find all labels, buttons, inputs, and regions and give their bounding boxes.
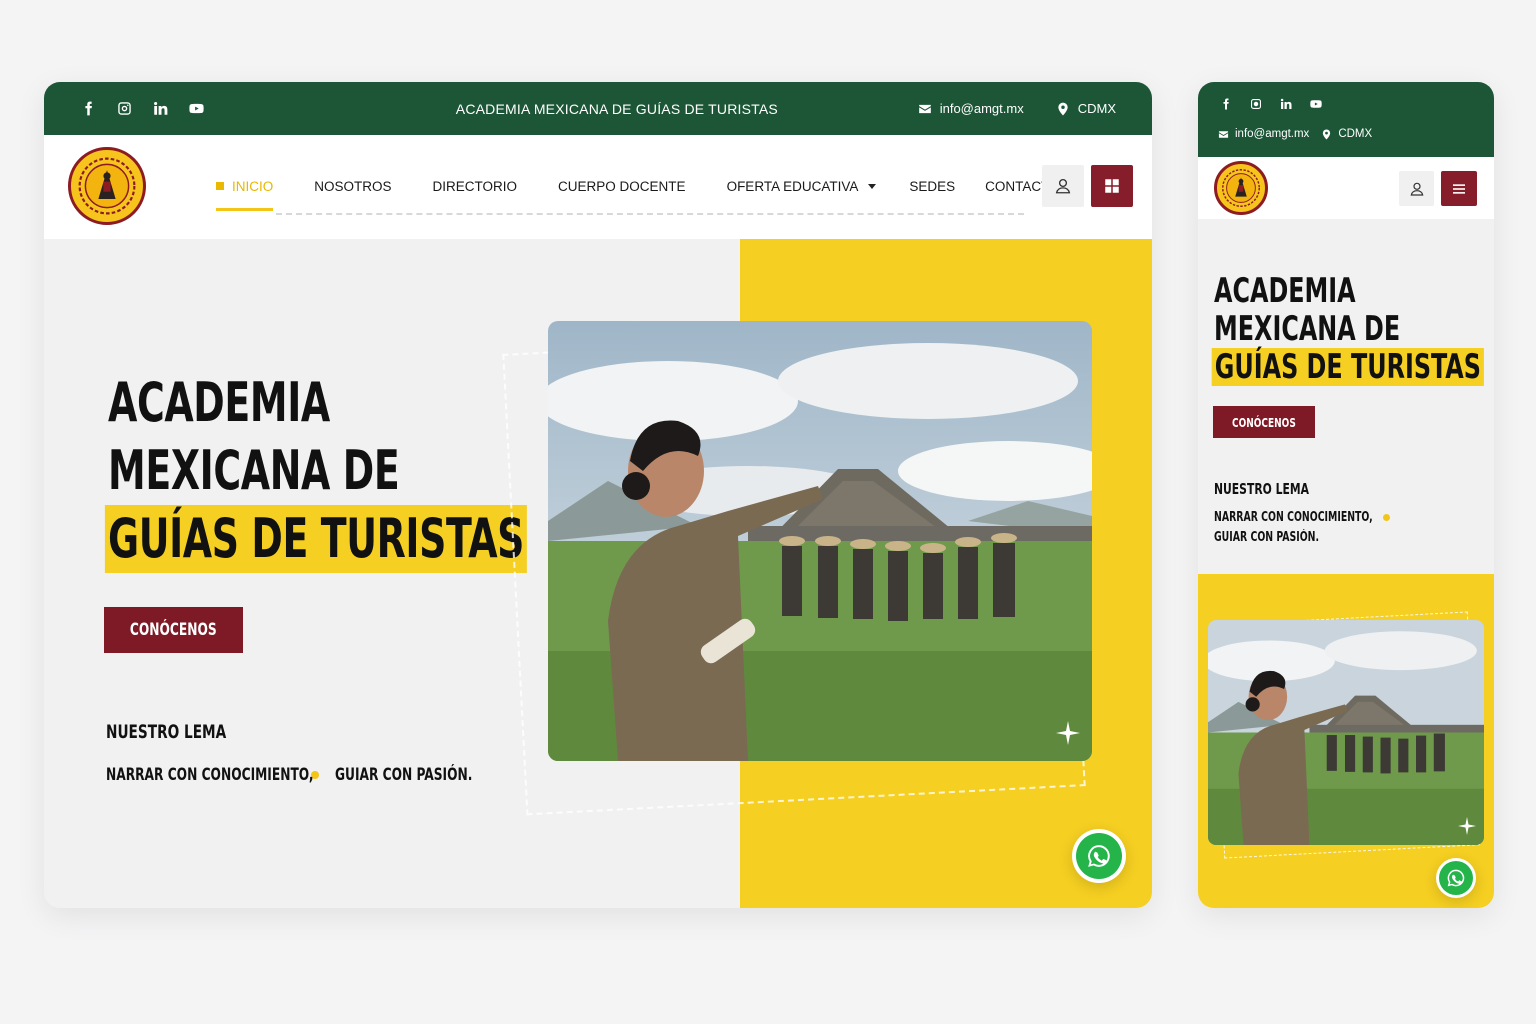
- mobile-conocenos-button[interactable]: CONÓCENOS: [1213, 406, 1315, 438]
- mobile-nav: [1198, 157, 1494, 219]
- motto-heading-text: NUESTRO LEMA: [106, 721, 227, 743]
- mobile-location-info: CDMX: [1321, 128, 1372, 140]
- conocenos-button[interactable]: CONÓCENOS: [104, 607, 243, 653]
- mobile-view: info@amgt.mx CDMX ACADEMIA MEXICANA DE G…: [1198, 82, 1494, 908]
- motto-part2: GUIAR CON PASIÓN.: [335, 765, 473, 785]
- user-icon: [1410, 182, 1423, 196]
- mobile-motto-part2: GUIAR CON PASIÓN.: [1214, 530, 1320, 545]
- whatsapp-icon: [1088, 845, 1110, 867]
- nav-item-inicio[interactable]: INICIO: [216, 179, 274, 211]
- main-nav: INICIO NOSOTROS DIRECTORIO CUERPO DOCENT…: [44, 135, 1152, 239]
- mobile-email-link[interactable]: info@amgt.mx: [1218, 128, 1309, 140]
- nav-item-nosotros[interactable]: NOSOTROS: [314, 179, 391, 194]
- hero-section: ACADEMIA MEXICANA DE GUÍAS DE TURISTAS C…: [44, 239, 1152, 908]
- mobile-conocenos-label: CONÓCENOS: [1232, 414, 1296, 430]
- apps-menu-button[interactable]: [1091, 165, 1133, 207]
- instagram-icon[interactable]: [116, 101, 132, 117]
- nav-divider: [276, 213, 1024, 215]
- mobile-hero-title-highlight: GUÍAS DE TURISTAS: [1211, 348, 1485, 386]
- user-icon: [1055, 178, 1071, 194]
- facebook-icon[interactable]: [1218, 96, 1234, 112]
- hero-title-line2: MEXICANA DE: [108, 439, 400, 502]
- sparkle-icon: [1458, 817, 1476, 835]
- motto-part1: NARRAR CON CONOCIMIENTO,: [106, 765, 314, 785]
- youtube-icon[interactable]: [188, 101, 204, 117]
- hamburger-menu-button[interactable]: [1441, 171, 1477, 206]
- email-text: info@amgt.mx: [939, 101, 1024, 116]
- whatsapp-icon: [1447, 869, 1465, 887]
- separator-dot: [1383, 514, 1390, 521]
- grid-icon: [1105, 179, 1119, 193]
- nav-item-directorio[interactable]: DIRECTORIO: [433, 179, 518, 194]
- youtube-icon[interactable]: [1308, 96, 1324, 112]
- location-info: CDMX: [1056, 101, 1116, 116]
- nav-item-cuerpo-docente[interactable]: CUERPO DOCENTE: [558, 179, 686, 194]
- top-bar: ACADEMIA MEXICANA DE GUÍAS DE TURISTAS i…: [44, 82, 1152, 135]
- nav-item-oferta-educativa[interactable]: OFERTA EDUCATIVA: [727, 179, 877, 194]
- map-pin-icon: [1058, 102, 1068, 115]
- conocenos-label: CONÓCENOS: [130, 620, 217, 640]
- mobile-email-text: info@amgt.mx: [1235, 128, 1310, 140]
- sparkle-icon: [1056, 721, 1080, 745]
- mobile-hero-title-line1: ACADEMIA: [1214, 271, 1356, 311]
- motto-heading: NUESTRO LEMA: [106, 721, 256, 743]
- mobile-social-links: [1218, 96, 1324, 112]
- hero-title-line1: ACADEMIA: [108, 371, 330, 434]
- mobile-account-button[interactable]: [1399, 171, 1434, 206]
- desktop-view: ACADEMIA MEXICANA DE GUÍAS DE TURISTAS i…: [44, 82, 1152, 908]
- envelope-icon: [918, 104, 931, 113]
- envelope-icon: [1218, 130, 1229, 138]
- guide-at-pyramid-image: [548, 321, 1092, 761]
- mobile-motto-heading: NUESTRO LEMA: [1214, 480, 1333, 498]
- linkedin-icon[interactable]: [1278, 96, 1294, 112]
- linkedin-icon[interactable]: [152, 101, 168, 117]
- logo-emblem-icon: [1218, 165, 1264, 211]
- map-pin-icon: [1323, 128, 1331, 140]
- motto-text: NARRAR CON CONOCIMIENTO, GUIAR CON PASIÓ…: [106, 765, 507, 785]
- academy-logo[interactable]: [68, 147, 146, 225]
- mobile-motto-heading-text: NUESTRO LEMA: [1214, 480, 1309, 498]
- chevron-down-icon: [868, 184, 877, 189]
- guide-at-pyramid-image: [1208, 620, 1484, 845]
- nav-item-oferta-label: OFERTA EDUCATIVA: [726, 179, 859, 194]
- email-link[interactable]: info@amgt.mx: [918, 101, 1024, 116]
- mobile-motto-line2: GUIAR CON PASIÓN.: [1214, 530, 1345, 545]
- mobile-motto-line1: NARRAR CON CONOCIMIENTO,: [1214, 510, 1390, 525]
- site-title: ACADEMIA MEXICANA DE GUÍAS DE TURISTAS: [455, 100, 778, 117]
- mobile-hero-photo: [1208, 620, 1484, 845]
- hero-title-highlight: GUÍAS DE TURISTAS: [104, 505, 528, 573]
- location-text: CDMX: [1077, 101, 1116, 116]
- mobile-location-text: CDMX: [1338, 128, 1373, 140]
- mobile-academy-logo[interactable]: [1214, 161, 1268, 215]
- instagram-icon[interactable]: [1248, 96, 1264, 112]
- mobile-top-bar: info@amgt.mx CDMX: [1198, 82, 1494, 157]
- mobile-hero-title: ACADEMIA MEXICANA DE GUÍAS DE TURISTAS: [1211, 271, 1494, 386]
- mobile-whatsapp-button[interactable]: [1436, 858, 1476, 898]
- whatsapp-button[interactable]: [1072, 829, 1126, 883]
- nav-item-sedes[interactable]: SEDES: [909, 179, 955, 194]
- account-button[interactable]: [1042, 165, 1084, 207]
- hamburger-icon: [1453, 183, 1465, 194]
- hero-photo: [548, 321, 1092, 761]
- mobile-motto-part1: NARRAR CON CONOCIMIENTO,: [1214, 510, 1373, 525]
- facebook-icon[interactable]: [80, 101, 96, 117]
- nav-menu: INICIO NOSOTROS DIRECTORIO CUERPO DOCENT…: [216, 179, 1060, 211]
- logo-emblem-icon: [73, 152, 141, 220]
- mobile-hero-title-line2: MEXICANA DE: [1214, 309, 1401, 349]
